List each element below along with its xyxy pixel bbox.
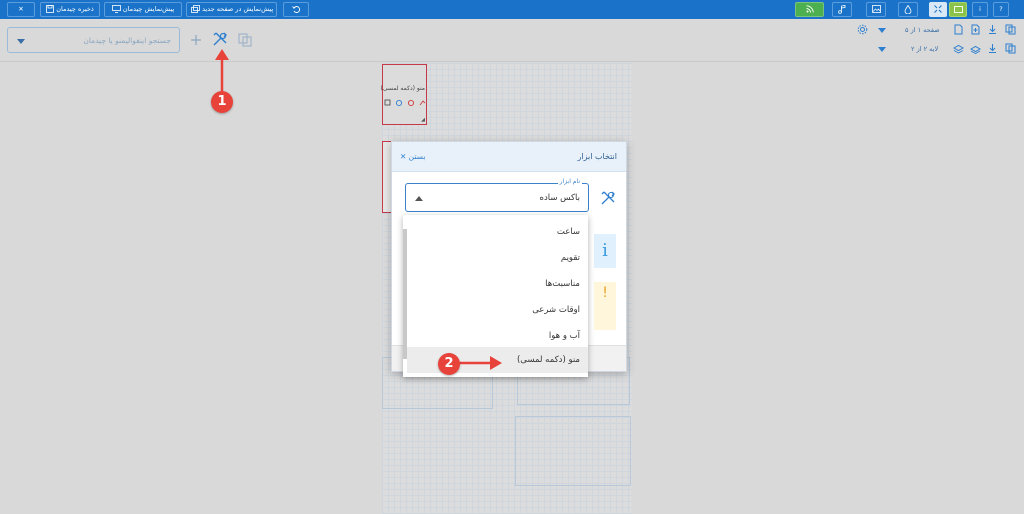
save-layout-button[interactable]: ذخیره چیدمان <box>40 2 100 17</box>
undo-button[interactable] <box>283 2 309 17</box>
menu-widget[interactable]: منو (دکمه لمسی) ◢ <box>380 64 427 125</box>
chevron-up-icon <box>415 196 423 201</box>
save-layout-label: ذخیره چیدمان <box>56 5 94 13</box>
list-item[interactable]: آب و هوا <box>407 323 588 349</box>
chevron-down-icon <box>17 39 25 44</box>
preview-layout-label: پیش‌نمایش چیدمان <box>122 5 175 13</box>
widget-actions-icon[interactable] <box>384 99 426 107</box>
list-item[interactable]: تقویم <box>407 245 588 271</box>
tool-dropdown-list: ساعت تقویم مناسبت‌ها اوقات شرعی آب و هوا… <box>403 215 588 377</box>
list-item[interactable]: اوقات شرعی <box>407 297 588 323</box>
tool-name-select[interactable]: نام ابزار باکس ساده <box>405 178 589 212</box>
add-page-icon[interactable] <box>970 24 981 35</box>
rss-button[interactable] <box>795 2 824 17</box>
list-item[interactable]: ساعت <box>407 219 588 245</box>
page-icon[interactable] <box>953 24 964 35</box>
music-button[interactable] <box>832 2 852 17</box>
help-button[interactable]: ? <box>993 2 1009 17</box>
undo-icon <box>291 5 300 13</box>
info-icon: i <box>979 5 981 13</box>
image-button[interactable] <box>866 2 886 17</box>
download-page-icon[interactable] <box>987 24 998 35</box>
gear-icon[interactable] <box>857 24 868 35</box>
top-bar: ✕ ذخیره چیدمان پیش‌نمایش چیدمان پیش‌نمای… <box>0 0 1024 19</box>
image-icon <box>871 5 881 13</box>
menu-widget-label: منو (دکمه لمسی) <box>380 85 425 92</box>
info-button[interactable]: i <box>972 2 988 17</box>
info-icon: i <box>594 234 616 268</box>
droplet-icon <box>904 4 912 14</box>
search-placeholder: جستجو اینفوالیمنو یا چیدمان <box>83 36 171 45</box>
monitor-icon <box>111 5 121 13</box>
grid-toggle-button[interactable] <box>929 2 947 17</box>
help-icon: ? <box>999 5 1003 13</box>
tool-name-label: نام ابزار <box>557 178 582 185</box>
layer-dropdown-chevron-icon[interactable] <box>878 47 886 52</box>
layer-info: لایه ۲ از ۲ <box>911 45 939 53</box>
preview-layout-button[interactable]: پیش‌نمایش چیدمان <box>104 2 182 17</box>
music-icon <box>838 4 846 14</box>
secondary-toolbar: جستجو اینفوالیمنو یا چیدمان صفحه ۱ از ۵ … <box>0 19 1024 62</box>
layers-icon[interactable] <box>953 43 964 54</box>
canvas-widget-box[interactable] <box>515 416 631 486</box>
resize-handle-icon[interactable]: ◢ <box>421 117 425 123</box>
tools-icon[interactable] <box>212 31 228 47</box>
duplicate-page-icon[interactable] <box>1005 24 1016 35</box>
page-dropdown-chevron-icon[interactable] <box>878 28 886 33</box>
tool-name-value: باکس ساده <box>539 193 581 203</box>
copy-icon[interactable] <box>237 32 253 48</box>
modal-title: انتخاب ابزار <box>577 152 618 161</box>
new-window-icon <box>191 5 200 13</box>
rss-icon <box>805 5 814 13</box>
modal-close-label: بستن <box>408 152 426 161</box>
screen-icon <box>954 5 963 13</box>
fullscreen-button[interactable] <box>949 2 967 17</box>
duplicate-layer-icon[interactable] <box>1005 43 1016 54</box>
search-dropdown[interactable]: جستجو اینفوالیمنو یا چیدمان <box>7 27 180 53</box>
close-icon: ✕ <box>18 5 24 13</box>
list-item[interactable]: مناسبت‌ها <box>407 271 588 297</box>
warning-icon: ! <box>594 282 616 330</box>
annotation-arrow-right <box>455 356 502 370</box>
download-layer-icon[interactable] <box>987 43 998 54</box>
preview-new-page-button[interactable]: پیش‌نمایش در صفحه جدید <box>186 2 277 17</box>
fill-button[interactable] <box>898 2 918 17</box>
step-1-badge: 1 <box>211 91 233 113</box>
add-layer-icon[interactable] <box>970 43 981 54</box>
tools-icon <box>601 191 615 205</box>
modal-header: انتخاب ابزار ✕ بستن <box>392 142 626 172</box>
expand-icon <box>934 5 942 13</box>
close-button[interactable]: ✕ <box>7 2 35 17</box>
modal-close-button[interactable]: ✕ بستن <box>400 152 425 161</box>
save-icon <box>46 5 55 13</box>
page-info: صفحه ۱ از ۵ <box>905 26 940 34</box>
preview-new-page-label: پیش‌نمایش در صفحه جدید <box>202 5 274 13</box>
add-icon[interactable] <box>188 32 204 48</box>
step-2-badge: 2 <box>438 353 460 375</box>
